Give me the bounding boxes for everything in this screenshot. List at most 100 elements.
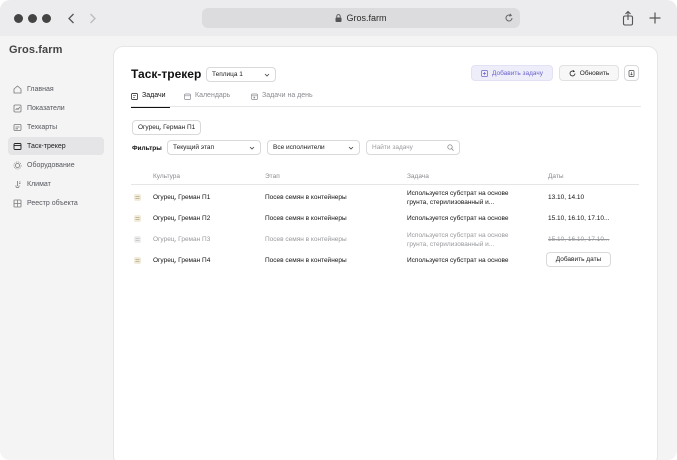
column-header-task: Задача xyxy=(407,173,429,180)
dates-cell: 15.10, 16.10, 17.10... xyxy=(548,215,610,222)
tab-calendar[interactable]: Календарь xyxy=(184,92,230,107)
indicators-icon xyxy=(13,104,22,113)
crop-filter-chip[interactable]: Огурец, Герман П1 xyxy=(132,120,202,135)
new-tab-icon[interactable] xyxy=(648,10,662,26)
search-placeholder: Найти задачу xyxy=(372,144,413,151)
column-header-dates: Даты xyxy=(548,173,564,180)
browser-window: Gros.farm Gros.farm Главная Показатели Т… xyxy=(0,0,677,460)
sidebar-item-techcards[interactable]: Техкарты xyxy=(8,118,104,136)
share-icon[interactable] xyxy=(621,10,635,26)
forward-icon[interactable] xyxy=(84,9,100,27)
main-panel: Таск-трекер Теплица 1 Добавить задачу Об… xyxy=(113,46,658,460)
tabs-bar: Задачи Календарь Задачи на день xyxy=(131,92,641,108)
add-dates-button[interactable]: Добавить даты xyxy=(546,252,611,267)
chevron-down-icon xyxy=(264,73,270,77)
search-icon xyxy=(447,144,454,151)
registry-icon xyxy=(13,199,22,208)
task-tracker-icon xyxy=(13,142,22,151)
tab-tasks[interactable]: Задачи xyxy=(131,92,170,108)
tasks-icon xyxy=(131,93,138,100)
sidebar-item-label: Таск-трекер xyxy=(27,142,66,150)
stage-select[interactable]: Текущий этап xyxy=(167,140,261,155)
add-task-icon xyxy=(481,69,488,77)
culture-cell: Огурец, Греман П2 xyxy=(153,215,211,222)
sidebar-item-equipment[interactable]: Оборудование xyxy=(8,156,104,174)
drag-handle-icon[interactable] xyxy=(134,194,141,201)
search-input[interactable]: Найти задачу xyxy=(366,140,460,155)
culture-cell: Огурец, Греман П4 xyxy=(153,257,211,264)
lock-icon xyxy=(335,14,342,22)
table-row[interactable]: Огурец, Греман П2 Посев семян в контейне… xyxy=(131,208,639,229)
culture-cell: Огурец, Греман П1 xyxy=(153,194,211,201)
add-task-label: Добавить задачу xyxy=(491,69,544,77)
sidebar-item-indicators[interactable]: Показатели xyxy=(8,99,104,117)
dates-cell: 15.10, 16.10, 17.10... xyxy=(548,236,610,243)
drag-handle-icon[interactable] xyxy=(134,215,141,222)
drag-handle-icon[interactable] xyxy=(134,236,141,243)
stage-cell: Посев семян в контейнеры xyxy=(265,194,347,201)
table-header: Культура Этап Задача Даты xyxy=(131,171,639,185)
sidebar-item-label: Оборудование xyxy=(27,161,75,169)
column-header-stage: Этап xyxy=(265,173,280,180)
drag-handle-icon[interactable] xyxy=(134,257,141,264)
dates-cell: 13.10, 14.10 xyxy=(548,194,585,201)
home-icon xyxy=(13,84,22,94)
url-text: Gros.farm xyxy=(346,13,387,23)
app-area: Gros.farm Главная Показатели Техкарты Та… xyxy=(0,36,677,460)
equipment-icon xyxy=(13,161,22,170)
address-bar[interactable]: Gros.farm xyxy=(202,8,520,28)
sidebar-item-home[interactable]: Главная xyxy=(8,80,104,98)
assignee-select-value: Все исполнители xyxy=(273,144,325,151)
back-icon[interactable] xyxy=(63,9,79,27)
sidebar-item-label: Реестр объекта xyxy=(27,199,78,207)
zoom-window-dot[interactable] xyxy=(42,14,51,23)
export-icon xyxy=(628,69,635,77)
greenhouse-select[interactable]: Теплица 1 xyxy=(206,67,276,82)
task-cell: Используется субстрат на основе xyxy=(407,215,509,222)
tab-label: Календарь xyxy=(195,92,231,99)
task-cell: Используется субстрат на основе xyxy=(407,257,509,264)
refresh-icon xyxy=(569,69,576,76)
minimize-window-dot[interactable] xyxy=(28,14,37,23)
sidebar-item-registry[interactable]: Реестр объекта xyxy=(8,194,104,212)
assignee-select[interactable]: Все исполнители xyxy=(267,140,360,155)
app-logo[interactable]: Gros.farm xyxy=(9,44,62,56)
page-title: Таск-трекер xyxy=(131,67,202,81)
column-header-culture: Культура xyxy=(153,173,181,180)
filters-label: Фильтры xyxy=(132,145,162,152)
tab-daily-tasks[interactable]: Задачи на день xyxy=(251,92,313,107)
stage-cell: Посев семян в контейнеры xyxy=(265,236,347,243)
table-row[interactable]: Огурец, Греман П1 Посев семян в контейне… xyxy=(131,187,639,208)
stage-cell: Посев семян в контейнеры xyxy=(265,257,347,264)
sidebar-item-climate[interactable]: Климат xyxy=(8,175,104,193)
chevron-down-icon xyxy=(249,146,255,150)
export-button[interactable] xyxy=(624,65,639,81)
task-cell: Используется субстрат на основе грунта, … xyxy=(407,190,509,206)
techcard-icon xyxy=(13,123,22,132)
calendar-icon xyxy=(184,93,191,100)
sidebar-item-label: Главная xyxy=(27,85,54,93)
tab-label: Задачи xyxy=(142,92,166,99)
table-row[interactable]: Огурец, Греман П3 Посев семян в контейне… xyxy=(131,229,639,250)
sidebar-item-task-tracker[interactable]: Таск-трекер xyxy=(8,137,104,155)
greenhouse-select-value: Теплица 1 xyxy=(212,71,243,78)
sidebar-item-label: Показатели xyxy=(27,104,65,112)
close-window-dot[interactable] xyxy=(14,14,23,23)
sidebar: Главная Показатели Техкарты Таск-трекер … xyxy=(8,80,104,213)
refresh-button[interactable]: Обновить xyxy=(559,65,619,81)
stage-select-value: Текущий этап xyxy=(173,144,215,151)
table-row[interactable]: Огурец, Греман П4 Посев семян в контейне… xyxy=(131,250,639,271)
sidebar-item-label: Техкарты xyxy=(27,123,58,131)
reload-icon[interactable] xyxy=(504,13,514,23)
task-cell: Используется субстрат на основе грунта, … xyxy=(407,232,509,248)
tab-label: Задачи на день xyxy=(262,92,313,99)
calendar-day-icon xyxy=(251,93,258,100)
browser-toolbar: Gros.farm xyxy=(0,0,677,36)
culture-cell: Огурец, Греман П3 xyxy=(153,236,211,243)
add-task-button[interactable]: Добавить задачу xyxy=(471,65,553,81)
climate-icon xyxy=(13,180,22,189)
stage-cell: Посев семян в контейнеры xyxy=(265,215,347,222)
sidebar-item-label: Климат xyxy=(27,180,51,188)
refresh-label: Обновить xyxy=(579,69,610,77)
chevron-down-icon xyxy=(348,146,354,150)
